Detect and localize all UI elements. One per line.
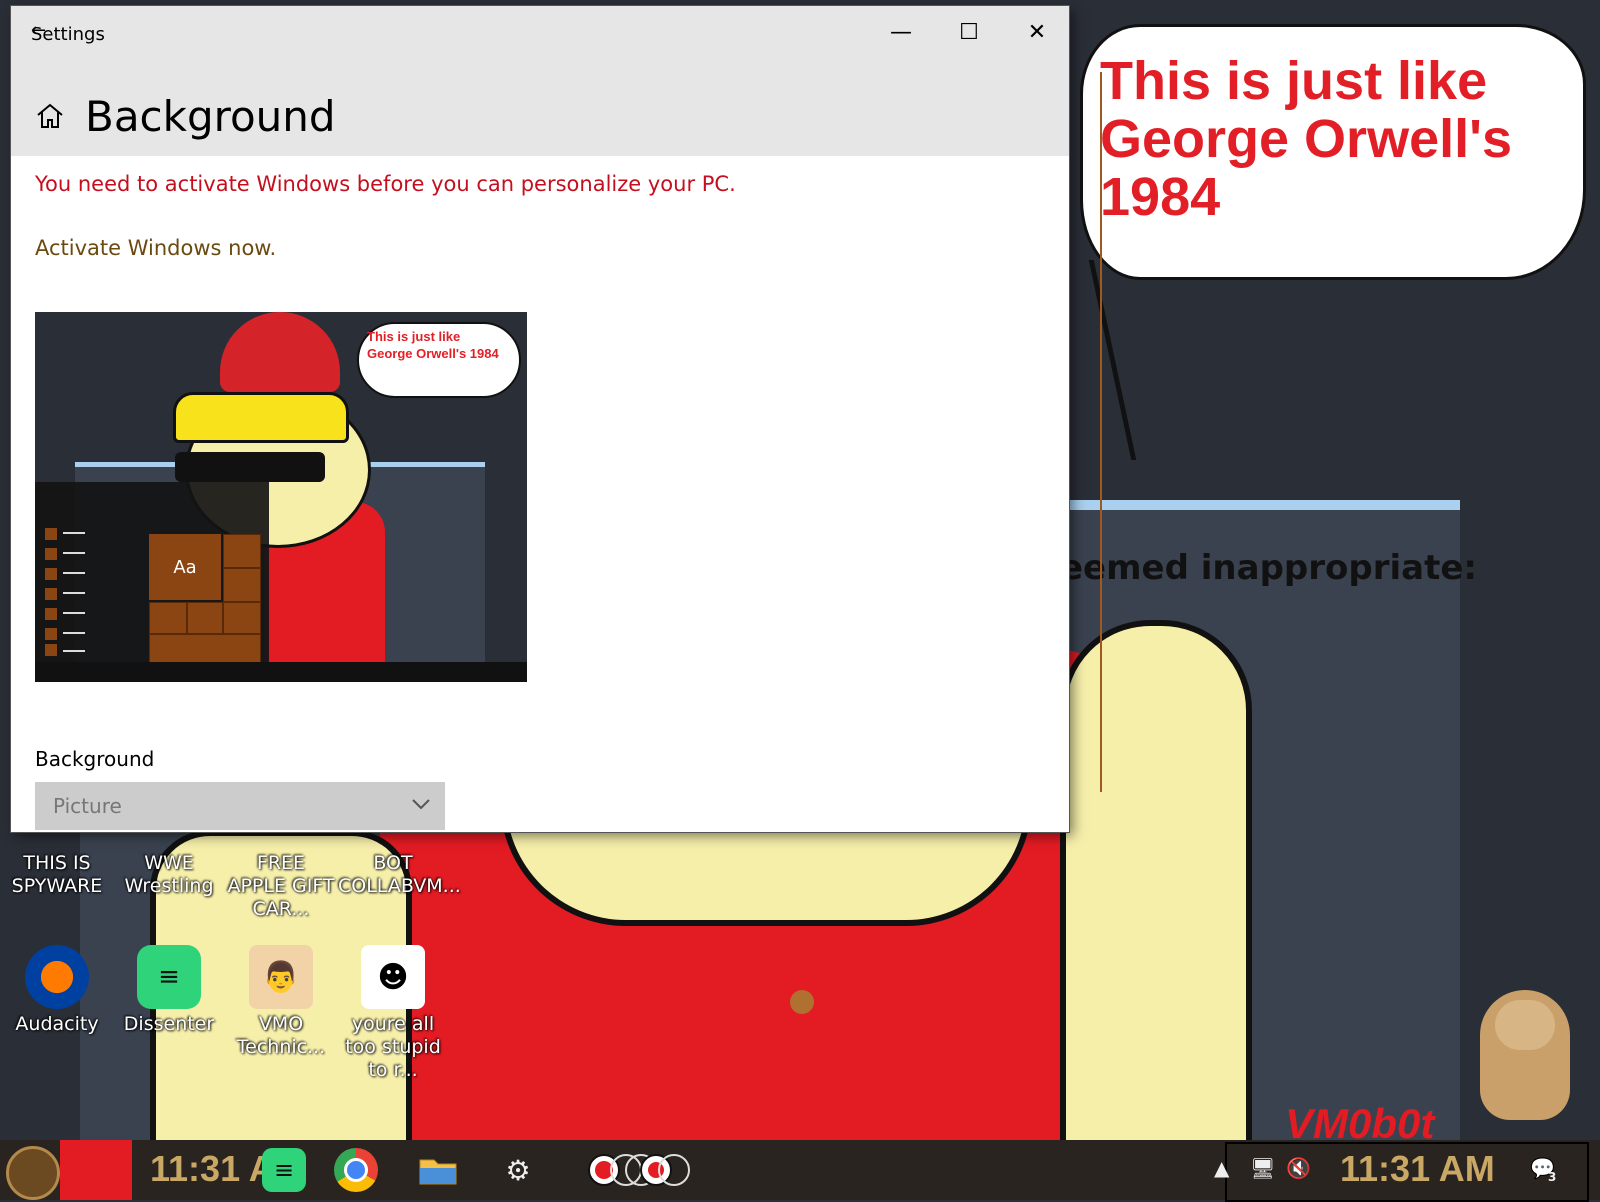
recorder-app-icon[interactable]	[586, 1152, 696, 1188]
desktop-icon-this-is-spyware[interactable]: THIS IS SPYWARE	[2, 830, 112, 898]
tray-clock[interactable]: 11:31 AM	[1340, 1148, 1495, 1190]
title-bar[interactable]: ← Settings — ☐ ✕	[11, 6, 1069, 56]
activate-windows-link[interactable]: Activate Windows now.	[35, 236, 276, 260]
preview-list-icon	[45, 528, 57, 540]
minimize-button[interactable]: —	[881, 14, 921, 50]
preview-list-line	[63, 552, 85, 554]
start-button[interactable]	[6, 1146, 60, 1200]
preview-helmet	[220, 312, 340, 392]
chrome-icon[interactable]	[334, 1148, 378, 1192]
preview-list-icon	[45, 548, 57, 560]
shortcut-icon	[25, 830, 89, 844]
preview-list-line	[63, 632, 85, 634]
preview-taskbar	[35, 662, 527, 682]
preview-hat	[173, 392, 349, 443]
maximize-button[interactable]: ☐	[949, 14, 989, 50]
preview-list-line	[63, 650, 85, 652]
dropdown-value: Picture	[53, 794, 122, 818]
hamster-image	[1480, 990, 1570, 1120]
wallpaper-panel-text: eemed inappropriate:	[1060, 548, 1477, 588]
preview-list-line	[63, 592, 85, 594]
activation-warning: You need to activate Windows before you …	[35, 172, 736, 196]
technician-icon: 👨	[249, 945, 313, 1009]
preview-tile-aa: Aa	[149, 534, 221, 600]
page-header: Background	[11, 56, 1069, 156]
desktop-icon-free-apple-gift-card[interactable]: FREE APPLE GIFT CAR...	[226, 830, 336, 921]
desktop-icon-wwe-wrestling[interactable]: WWE Wrestling	[114, 830, 224, 898]
folder-icon	[419, 1159, 457, 1185]
dissenter-taskbar-icon[interactable]: ≡	[262, 1148, 306, 1192]
settings-gear-icon[interactable]: ⚙	[496, 1148, 540, 1192]
preview-list-icon	[45, 644, 57, 656]
desktop-icon-label: THIS IS SPYWARE	[11, 852, 103, 897]
desktop-icon-youre-all-too-stupid[interactable]: ☻ youre all too stupid to r...	[338, 945, 448, 1082]
show-hidden-icons-chevron-icon[interactable]: ▲	[1214, 1156, 1229, 1180]
desktop-icon-dissenter[interactable]: ≡ Dissenter	[114, 945, 224, 1036]
desktop-icon-bot-collabvm[interactable]: BOT COLLABVM...	[338, 830, 461, 898]
desktop-icon-label: Dissenter	[123, 1013, 215, 1035]
desktop-icon-label: WWE Wrestling	[124, 852, 214, 897]
shortcut-icon	[361, 830, 425, 844]
portrait-icon: ☻	[361, 945, 425, 1009]
desktop-icon-label: VMO Technic...	[236, 1013, 326, 1058]
file-explorer-icon[interactable]	[416, 1148, 460, 1192]
preview-start-menu: Aa	[35, 482, 269, 664]
app-title: Settings	[31, 24, 105, 45]
preview-tile	[149, 634, 261, 664]
preview-list-icon	[45, 568, 57, 580]
task-view-button[interactable]	[60, 1140, 132, 1200]
desktop-icon-vmo-technician[interactable]: 👨 VMO Technic...	[226, 945, 336, 1059]
background-type-dropdown[interactable]: Picture	[35, 782, 445, 830]
dissenter-icon: ≡	[137, 945, 201, 1009]
preview-tile	[149, 602, 187, 634]
volume-muted-icon[interactable]: 🔇	[1286, 1156, 1311, 1180]
preview-list-icon	[45, 608, 57, 620]
desktop-icon-audacity[interactable]: Audacity	[2, 945, 112, 1036]
shortcut-icon	[137, 830, 201, 844]
shortcut-icon	[249, 830, 313, 844]
desktop-icon-label: FREE APPLE GIFT CAR...	[227, 852, 335, 920]
preview-list-icon	[45, 628, 57, 640]
preview-bubble-text: This is just like George Orwell's 1984	[367, 329, 499, 361]
preview-list-line	[63, 572, 85, 574]
home-icon[interactable]	[35, 101, 65, 131]
preview-tile	[223, 534, 261, 568]
wallpaper-watermark: VM0b0t	[1285, 1100, 1435, 1140]
preview-sunglasses	[175, 452, 325, 482]
close-button[interactable]: ✕	[1017, 14, 1057, 50]
settings-window: ← Settings — ☐ ✕ Background You need to …	[11, 6, 1069, 832]
audacity-icon	[25, 945, 89, 1009]
page-title: Background	[85, 92, 336, 141]
desktop-icon-label: Audacity	[15, 1013, 99, 1035]
wallpaper-rope	[1100, 72, 1102, 792]
wallpaper-arm-right	[1060, 620, 1252, 1140]
preview-list-icon	[45, 588, 57, 600]
desktop-icon-label: youre all too stupid to r...	[345, 1013, 441, 1081]
notification-count-badge: 3	[1548, 1170, 1557, 1184]
desktop-icon-label: BOT COLLABVM...	[338, 852, 461, 897]
wallpaper-bubble-text: This is just like George Orwell's 1984	[1100, 51, 1512, 227]
background-label: Background	[35, 747, 155, 771]
animated-cursor-icon	[790, 990, 814, 1014]
background-preview: This is just like George Orwell's 1984 A…	[35, 312, 527, 682]
preview-tile	[223, 602, 261, 634]
preview-list-line	[63, 532, 85, 534]
preview-tile	[187, 602, 223, 634]
preview-tile	[223, 568, 261, 602]
preview-list-line	[63, 612, 85, 614]
network-icon[interactable]: 🖥	[1250, 1156, 1275, 1180]
chevron-down-icon	[412, 799, 430, 810]
taskbar: 11:31 AM ≡ ⚙ ▲ 🖥 🔇 11:31 AM 💬 3	[0, 1140, 1600, 1202]
